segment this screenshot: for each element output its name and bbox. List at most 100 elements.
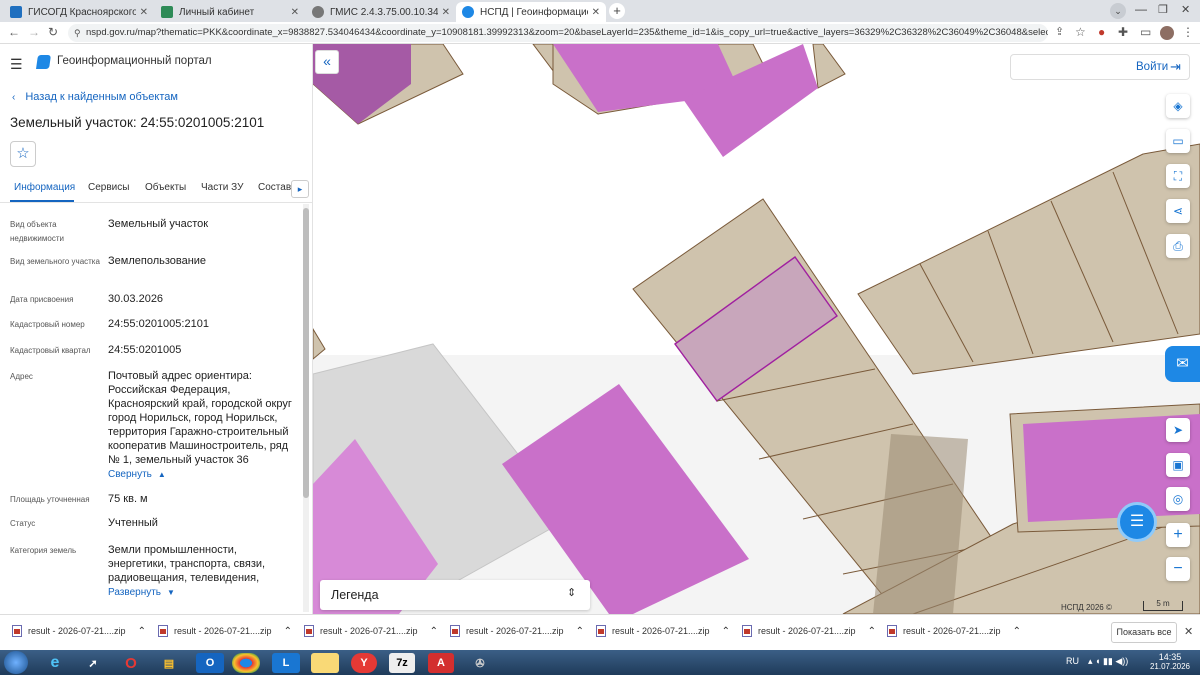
internet-explorer-icon[interactable]: e (40, 653, 70, 673)
app-icon[interactable]: ✇ (467, 653, 493, 673)
zoom-in-button[interactable]: + (1166, 523, 1190, 547)
outlook-icon[interactable]: O (196, 653, 224, 673)
tab-information[interactable]: Информация (14, 182, 75, 193)
back-to-results-link[interactable]: ‹ Назад к найденным объектам (12, 91, 178, 103)
download-item[interactable]: result - 2026-07-21....zip ⌃ (304, 625, 438, 637)
browser-tab-cabinet[interactable]: Личный кабинет ✕ (155, 2, 305, 22)
chevron-up-icon[interactable]: ⌃ (284, 626, 292, 637)
download-item[interactable]: result - 2026-07-21....zip ⌃ (596, 625, 730, 637)
clock-date: 21.07.2026 (1149, 662, 1191, 671)
share-icon[interactable]: ⇪ (1055, 25, 1064, 38)
chevron-up-icon[interactable]: ⌃ (576, 626, 584, 637)
download-filename: result - 2026-07-21....zip (903, 626, 1001, 636)
new-tab-button[interactable]: + (609, 3, 625, 19)
tab-composition[interactable]: Состав (258, 182, 291, 193)
legend-label: Легенда (331, 588, 379, 602)
field-label: Адрес (10, 372, 33, 381)
sidebar-scrollbar-thumb[interactable] (303, 208, 309, 498)
browser-menu-icon[interactable]: ⋮ (1182, 25, 1194, 39)
object-title: Земельный участок: 24:55:0201005:2101 (10, 115, 265, 130)
star-bookmark-icon[interactable]: ☆ (1075, 25, 1086, 39)
forward-arrow-icon[interactable]: → (28, 25, 40, 39)
field-label: Кадастровый номер (10, 320, 85, 329)
collapse-panel-button[interactable]: « (315, 50, 339, 74)
back-arrow-icon[interactable]: ← (8, 25, 20, 39)
chat-support-icon[interactable]: ✉ (1165, 346, 1200, 382)
tab-parts[interactable]: Части ЗУ (201, 182, 243, 193)
tab-search-icon[interactable]: ⌄ (1110, 3, 1126, 19)
base-map-icon[interactable]: ▣ (1166, 453, 1190, 477)
file-explorer-icon[interactable] (311, 653, 339, 673)
legend-panel[interactable]: Легенда ⇕ (320, 580, 590, 610)
location-icon[interactable]: ◎ (1166, 487, 1190, 511)
navigation-arrow-icon[interactable]: ➤ (1166, 418, 1190, 442)
tab-services[interactable]: Сервисы (88, 182, 129, 193)
download-filename: result - 2026-07-21....zip (174, 626, 272, 636)
chevron-up-icon[interactable]: ⌃ (868, 626, 876, 637)
7zip-icon[interactable]: 7z (389, 653, 415, 673)
zoom-out-button[interactable]: − (1166, 557, 1190, 581)
chevron-up-icon[interactable]: ⌃ (138, 626, 146, 637)
favorite-star-button[interactable]: ☆ (10, 141, 36, 167)
app-icon[interactable]: ➚ (78, 653, 108, 673)
download-item[interactable]: result - 2026-07-21....zip ⌃ (887, 625, 1021, 637)
layers-icon[interactable]: ◈ (1166, 94, 1190, 118)
reload-icon[interactable]: ↻ (48, 25, 58, 39)
tab-label: НСПД | Геоинформационный п (480, 6, 588, 18)
extension-icon[interactable]: ● (1098, 25, 1105, 39)
show-all-downloads-button[interactable]: Показать все (1111, 622, 1177, 643)
acrobat-icon[interactable]: A (428, 653, 454, 673)
browser-tab-gmis[interactable]: ГМИС 2.4.3.75.00.10.34 ✕ (306, 2, 456, 22)
browser-tab-gisogd[interactable]: ГИСОГД Красноярского края ✕ (4, 2, 154, 22)
windows-start-button[interactable] (4, 651, 28, 674)
print-icon[interactable]: ⎙ (1166, 234, 1190, 258)
tab-objects[interactable]: Объекты (145, 182, 186, 193)
lync-icon[interactable]: L (272, 653, 300, 673)
select-area-icon[interactable]: ⛶ (1166, 164, 1190, 188)
restore-window-icon[interactable]: ❐ (1158, 3, 1168, 16)
minimize-window-icon[interactable]: — (1135, 2, 1147, 16)
close-tab-icon[interactable]: ✕ (442, 7, 450, 18)
chevron-up-icon[interactable]: ⌃ (1013, 626, 1021, 637)
close-window-icon[interactable]: ✕ (1181, 3, 1190, 16)
sidebar-panel-icon[interactable]: ▭ (1140, 25, 1151, 39)
language-indicator[interactable]: RU (1066, 656, 1079, 666)
profile-avatar[interactable] (1160, 26, 1174, 40)
share-map-icon[interactable]: ⋖ (1166, 199, 1190, 223)
url-bar[interactable]: ⚲ nspd.gov.ru/map?thematic=PKK&coordinat… (68, 24, 1048, 42)
tabs-scroll-right-button[interactable]: ▸ (291, 180, 309, 198)
map-parcel[interactable] (857, 143, 1200, 375)
download-item[interactable]: result - 2026-07-21....zip ⌃ (742, 625, 876, 637)
clock[interactable]: 14:35 21.07.2026 (1149, 652, 1191, 671)
map-canvas[interactable]: « Войти ⇥ Легенда ⇕ НСПД 2026 © 5 m (313, 44, 1200, 614)
field-value: Земельный участок (108, 218, 209, 230)
close-tab-icon[interactable]: ✕ (291, 7, 299, 18)
portal-logo-icon (36, 55, 51, 69)
opera-icon[interactable]: O (116, 653, 146, 673)
close-downloads-icon[interactable]: ✕ (1184, 625, 1193, 638)
expand-link[interactable]: Развернуть ▼ (108, 587, 175, 598)
chevron-up-icon: ▲ (157, 470, 166, 479)
extensions-puzzle-icon[interactable]: ✚ (1118, 25, 1128, 39)
tray-icons[interactable]: ▴ ◖ ▮▮ ◀)) (1088, 656, 1128, 667)
map-parcel[interactable] (812, 44, 846, 89)
chevron-up-icon[interactable]: ⌃ (722, 626, 730, 637)
ruler-icon[interactable]: ▭ (1166, 129, 1190, 153)
chevron-up-icon[interactable]: ⌃ (430, 626, 438, 637)
map-parcel[interactable] (313, 328, 326, 360)
sticky-notes-icon[interactable]: ▤ (154, 653, 184, 673)
download-item[interactable]: result - 2026-07-21....zip ⌃ (450, 625, 584, 637)
download-item[interactable]: result - 2026-07-21....zip ⌃ (158, 625, 292, 637)
close-tab-icon[interactable]: ✕ (140, 7, 148, 18)
chrome-icon[interactable] (232, 653, 260, 673)
close-tab-icon[interactable]: ✕ (592, 7, 600, 18)
portal-title: Геоинформационный портал (57, 55, 212, 67)
feedback-chat-button[interactable]: ☰ (1117, 502, 1157, 542)
yandex-browser-icon[interactable]: Y (351, 653, 377, 673)
collapse-link[interactable]: Свернуть ▲ (108, 469, 166, 480)
login-button[interactable]: Войти ⇥ (1010, 54, 1190, 80)
hamburger-menu-icon[interactable]: ☰ (10, 56, 23, 73)
site-info-icon[interactable]: ⚲ (74, 24, 81, 42)
download-item[interactable]: result - 2026-07-21....zip ⌃ (12, 625, 146, 637)
browser-tab-nspd[interactable]: НСПД | Геоинформационный п ✕ (456, 2, 606, 22)
